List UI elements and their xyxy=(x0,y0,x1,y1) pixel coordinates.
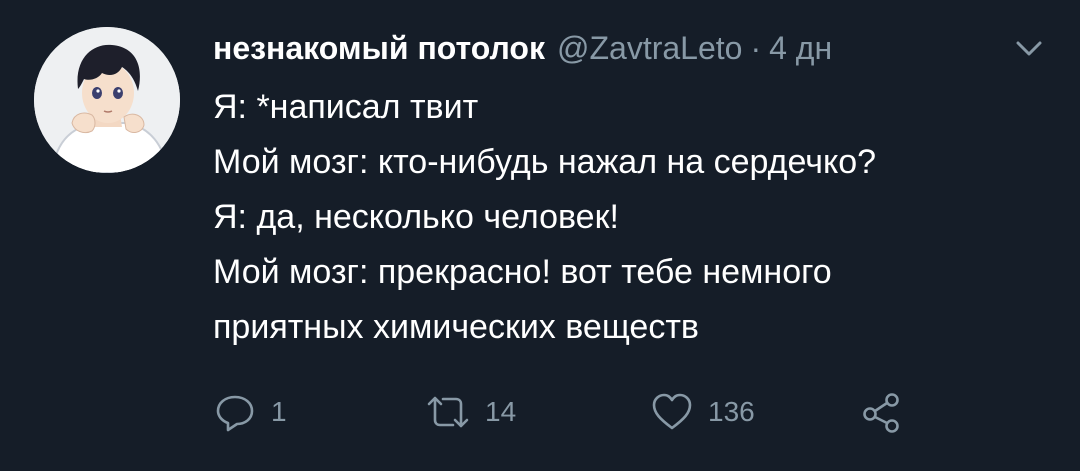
author-name[interactable]: незнакомый потолок xyxy=(213,30,545,67)
reply-count: 1 xyxy=(271,396,287,427)
tweet-text-line: приятных химических веществ xyxy=(213,308,699,346)
tweet-text-line: Мой мозг: кто-нибудь нажал на сердечко? xyxy=(213,143,877,181)
retweet-count: 14 xyxy=(485,396,517,427)
share-button[interactable] xyxy=(859,390,903,434)
heart-icon xyxy=(650,390,694,434)
author-handle[interactable]: @ZavtraLeto xyxy=(557,30,742,67)
like-count: 136 xyxy=(708,396,755,427)
avatar-image xyxy=(34,27,180,173)
retweet-button[interactable]: 14 xyxy=(425,390,516,434)
like-button[interactable]: 136 xyxy=(650,390,755,434)
chevron-down-icon[interactable] xyxy=(1014,38,1044,60)
timestamp[interactable]: 4 дн xyxy=(769,30,832,67)
tweet-text-line: Я: *написал твит xyxy=(213,88,479,126)
reply-button[interactable]: 1 xyxy=(213,390,287,434)
reply-icon xyxy=(213,390,257,434)
tweet-text-line: Я: да, несколько человек! xyxy=(213,198,619,236)
tweet-text-line: Мой мозг: прекрасно! вот тебе немного xyxy=(213,253,832,291)
separator: · xyxy=(750,29,762,66)
avatar[interactable] xyxy=(34,27,180,173)
share-icon xyxy=(859,390,903,434)
tweet: незнакомый потолок @ZavtraLeto · 4 дн Я:… xyxy=(0,0,1080,471)
tweet-text: Я: *написал твит Мой мозг: кто-нибудь на… xyxy=(213,80,1053,355)
retweet-icon xyxy=(425,390,471,434)
tweet-header: незнакомый потолок @ZavtraLeto · 4 дн xyxy=(213,24,832,72)
